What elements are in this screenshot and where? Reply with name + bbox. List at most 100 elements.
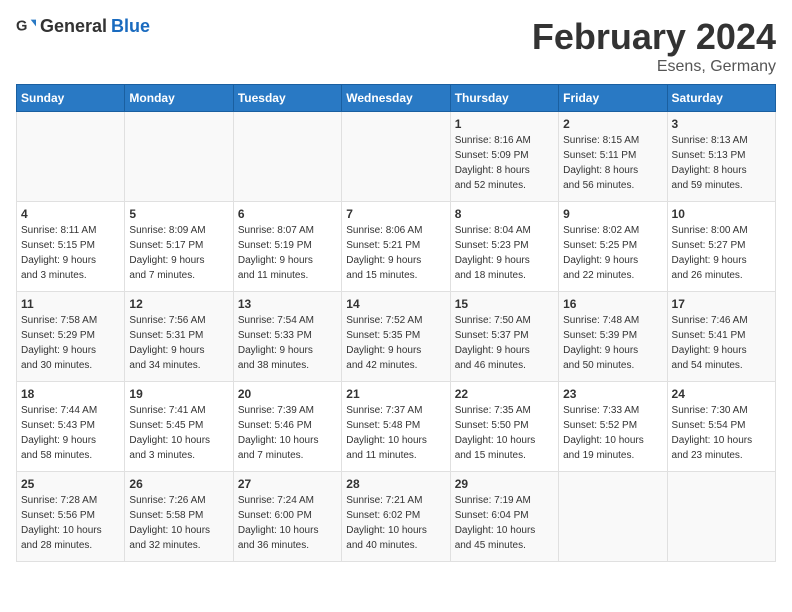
calendar-cell: 29Sunrise: 7:19 AM Sunset: 6:04 PM Dayli… (450, 472, 558, 562)
weekday-header: Sunday (17, 85, 125, 112)
calendar-cell: 22 Sunrise: 7:35 AM Sunset: 5:50 PM Dayli… (450, 382, 558, 472)
calendar-subtitle: Esens, Germany (532, 58, 776, 76)
day-info: Sunrise: 8:15 AM Sunset: 5:11 PM Dayligh… (563, 133, 662, 193)
calendar-cell: 24 Sunrise: 7:30 AM Sunset: 5:54 PM Dayli… (667, 382, 775, 472)
calendar-week-row: 11 Sunrise: 7:58 AM Sunset: 5:29 PM Dayli… (17, 292, 776, 382)
day-info: Sunrise: 7:52 AM Sunset: 5:35 PM Dayligh… (346, 313, 445, 373)
calendar-cell: 9 Sunrise: 8:02 AM Sunset: 5:25 PM Daylig… (559, 202, 667, 292)
calendar-header: SundayMondayTuesdayWednesdayThursdayFrid… (17, 85, 776, 112)
title-section: February 2024 Esens, Germany (532, 16, 776, 76)
calendar-cell: 25 Sunrise: 7:28 AM Sunset: 5:56 PM Dayli… (17, 472, 125, 562)
day-number: 28 (346, 477, 445, 491)
weekday-header: Tuesday (233, 85, 341, 112)
calendar-cell (559, 472, 667, 562)
weekday-header: Monday (125, 85, 233, 112)
day-info: Sunrise: 7:58 AM Sunset: 5:29 PM Dayligh… (21, 313, 120, 373)
calendar-cell: 27Sunrise: 7:24 AM Sunset: 6:00 PM Dayli… (233, 472, 341, 562)
day-info: Sunrise: 8:02 AM Sunset: 5:25 PM Dayligh… (563, 223, 662, 283)
calendar-cell: 17 Sunrise: 7:46 AM Sunset: 5:41 PM Dayli… (667, 292, 775, 382)
day-info: Sunrise: 7:24 AM Sunset: 6:00 PM Dayligh… (238, 493, 337, 553)
day-number: 9 (563, 207, 662, 221)
calendar-cell: 20 Sunrise: 7:39 AM Sunset: 5:46 PM Dayli… (233, 382, 341, 472)
day-number: 11 (21, 297, 120, 311)
calendar-week-row: 1Sunrise: 8:16 AM Sunset: 5:09 PM Daylig… (17, 112, 776, 202)
day-info: Sunrise: 7:28 AM Sunset: 5:56 PM Dayligh… (21, 493, 120, 553)
day-number: 12 (129, 297, 228, 311)
calendar-cell: 28 Sunrise: 7:21 AM Sunset: 6:02 PM Dayli… (342, 472, 450, 562)
day-info: Sunrise: 7:26 AM Sunset: 5:58 PM Dayligh… (129, 493, 228, 553)
day-number: 17 (672, 297, 771, 311)
day-number: 24 (672, 387, 771, 401)
day-info: Sunrise: 7:44 AM Sunset: 5:43 PM Dayligh… (21, 403, 120, 463)
logo: G General Blue (16, 16, 150, 37)
calendar-cell: 16 Sunrise: 7:48 AM Sunset: 5:39 PM Dayli… (559, 292, 667, 382)
day-number: 10 (672, 207, 771, 221)
calendar-cell: 26 Sunrise: 7:26 AM Sunset: 5:58 PM Dayli… (125, 472, 233, 562)
day-number: 21 (346, 387, 445, 401)
day-info: Sunrise: 7:41 AM Sunset: 5:45 PM Dayligh… (129, 403, 228, 463)
day-number: 4 (21, 207, 120, 221)
calendar-cell: 6Sunrise: 8:07 AM Sunset: 5:19 PM Daylig… (233, 202, 341, 292)
day-number: 18 (21, 387, 120, 401)
day-number: 26 (129, 477, 228, 491)
day-info: Sunrise: 8:07 AM Sunset: 5:19 PM Dayligh… (238, 223, 337, 283)
day-number: 29 (455, 477, 554, 491)
day-number: 13 (238, 297, 337, 311)
calendar-cell: 4 Sunrise: 8:11 AM Sunset: 5:15 PM Daylig… (17, 202, 125, 292)
day-number: 3 (672, 117, 771, 131)
logo-blue: Blue (111, 16, 150, 37)
calendar-cell: 11 Sunrise: 7:58 AM Sunset: 5:29 PM Dayli… (17, 292, 125, 382)
day-number: 19 (129, 387, 228, 401)
calendar-table: SundayMondayTuesdayWednesdayThursdayFrid… (16, 84, 776, 562)
day-info: Sunrise: 7:30 AM Sunset: 5:54 PM Dayligh… (672, 403, 771, 463)
logo-general: General (40, 16, 107, 37)
day-info: Sunrise: 7:48 AM Sunset: 5:39 PM Dayligh… (563, 313, 662, 373)
calendar-cell: 19 Sunrise: 7:41 AM Sunset: 5:45 PM Dayli… (125, 382, 233, 472)
calendar-cell: 2 Sunrise: 8:15 AM Sunset: 5:11 PM Daylig… (559, 112, 667, 202)
day-info: Sunrise: 7:46 AM Sunset: 5:41 PM Dayligh… (672, 313, 771, 373)
calendar-cell (17, 112, 125, 202)
calendar-cell: 15Sunrise: 7:50 AM Sunset: 5:37 PM Dayli… (450, 292, 558, 382)
calendar-cell (342, 112, 450, 202)
calendar-cell: 18 Sunrise: 7:44 AM Sunset: 5:43 PM Dayli… (17, 382, 125, 472)
calendar-week-row: 18 Sunrise: 7:44 AM Sunset: 5:43 PM Dayli… (17, 382, 776, 472)
calendar-cell: 5 Sunrise: 8:09 AM Sunset: 5:17 PM Daylig… (125, 202, 233, 292)
day-info: Sunrise: 7:50 AM Sunset: 5:37 PM Dayligh… (455, 313, 554, 373)
logo-icon: G (16, 17, 36, 37)
day-info: Sunrise: 7:21 AM Sunset: 6:02 PM Dayligh… (346, 493, 445, 553)
day-number: 22 (455, 387, 554, 401)
svg-text:G: G (16, 18, 27, 34)
day-info: Sunrise: 7:35 AM Sunset: 5:50 PM Dayligh… (455, 403, 554, 463)
day-info: Sunrise: 7:37 AM Sunset: 5:48 PM Dayligh… (346, 403, 445, 463)
day-number: 5 (129, 207, 228, 221)
day-number: 25 (21, 477, 120, 491)
day-info: Sunrise: 8:09 AM Sunset: 5:17 PM Dayligh… (129, 223, 228, 283)
calendar-title: February 2024 (532, 16, 776, 58)
day-info: Sunrise: 7:54 AM Sunset: 5:33 PM Dayligh… (238, 313, 337, 373)
day-info: Sunrise: 8:00 AM Sunset: 5:27 PM Dayligh… (672, 223, 771, 283)
day-number: 2 (563, 117, 662, 131)
day-number: 14 (346, 297, 445, 311)
calendar-week-row: 25 Sunrise: 7:28 AM Sunset: 5:56 PM Dayli… (17, 472, 776, 562)
day-number: 16 (563, 297, 662, 311)
day-info: Sunrise: 7:39 AM Sunset: 5:46 PM Dayligh… (238, 403, 337, 463)
day-number: 20 (238, 387, 337, 401)
calendar-cell (667, 472, 775, 562)
calendar-cell: 7Sunrise: 8:06 AM Sunset: 5:21 PM Daylig… (342, 202, 450, 292)
day-info: Sunrise: 7:56 AM Sunset: 5:31 PM Dayligh… (129, 313, 228, 373)
calendar-cell: 21 Sunrise: 7:37 AM Sunset: 5:48 PM Dayli… (342, 382, 450, 472)
day-number: 8 (455, 207, 554, 221)
weekday-header: Saturday (667, 85, 775, 112)
calendar-cell: 13 Sunrise: 7:54 AM Sunset: 5:33 PM Dayli… (233, 292, 341, 382)
calendar-cell: 10 Sunrise: 8:00 AM Sunset: 5:27 PM Dayli… (667, 202, 775, 292)
day-number: 7 (346, 207, 445, 221)
day-info: Sunrise: 8:04 AM Sunset: 5:23 PM Dayligh… (455, 223, 554, 283)
calendar-cell: 1Sunrise: 8:16 AM Sunset: 5:09 PM Daylig… (450, 112, 558, 202)
calendar-cell: 8 Sunrise: 8:04 AM Sunset: 5:23 PM Daylig… (450, 202, 558, 292)
day-info: Sunrise: 8:11 AM Sunset: 5:15 PM Dayligh… (21, 223, 120, 283)
day-number: 1 (455, 117, 554, 131)
calendar-week-row: 4 Sunrise: 8:11 AM Sunset: 5:15 PM Daylig… (17, 202, 776, 292)
calendar-cell: 12 Sunrise: 7:56 AM Sunset: 5:31 PM Dayli… (125, 292, 233, 382)
day-number: 23 (563, 387, 662, 401)
calendar-cell: 23Sunrise: 7:33 AM Sunset: 5:52 PM Dayli… (559, 382, 667, 472)
